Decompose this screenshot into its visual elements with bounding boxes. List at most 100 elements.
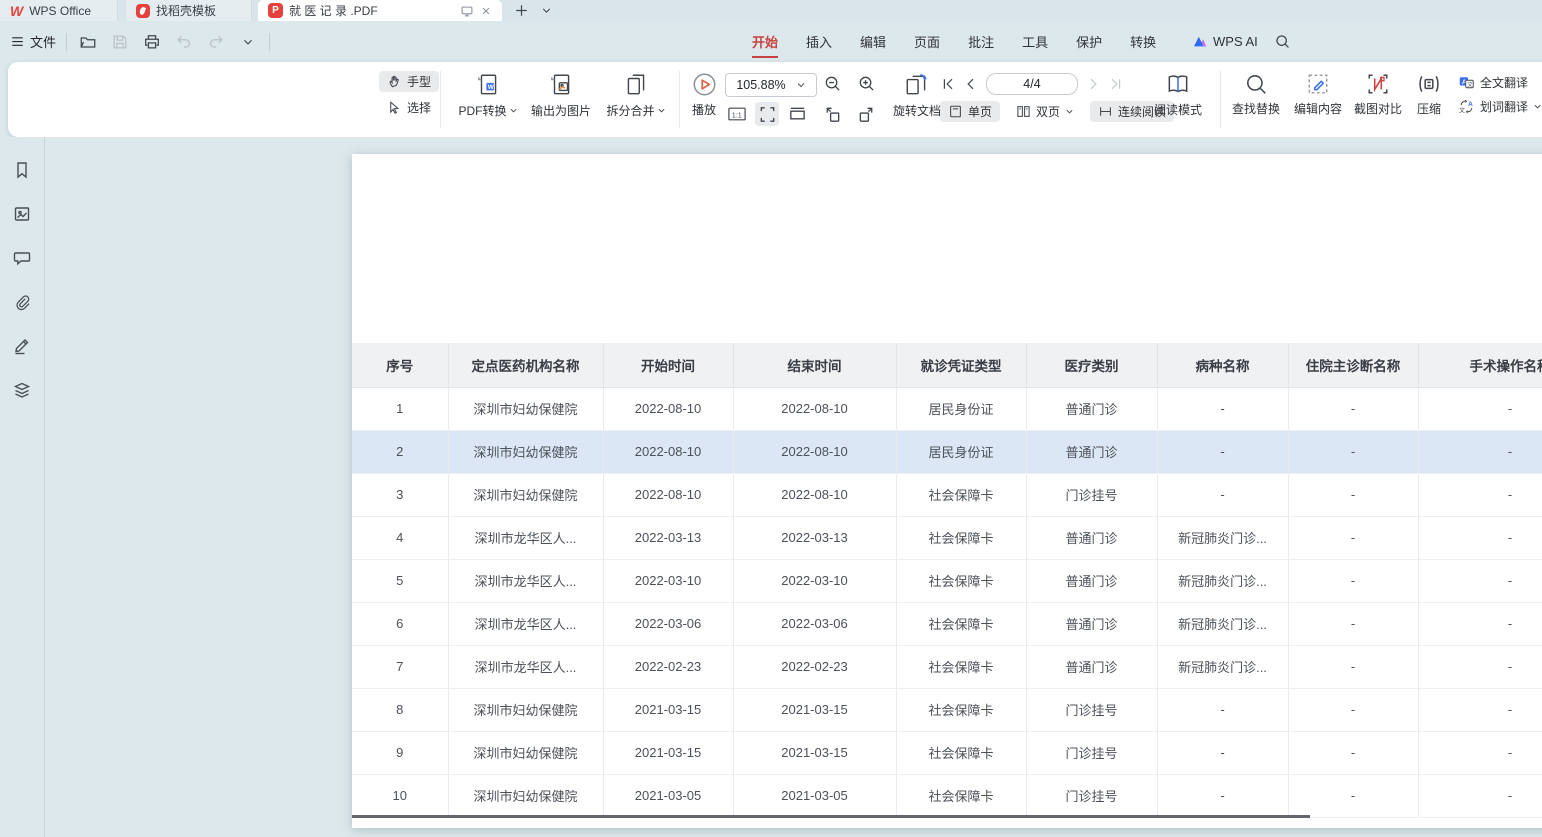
rotate-document-button[interactable]: 旋转文档	[886, 70, 948, 119]
undo-button[interactable]	[173, 31, 195, 53]
redo-button[interactable]	[205, 31, 227, 53]
table-horizontal-scrollbar[interactable]	[352, 815, 1310, 818]
next-page-button[interactable]	[1085, 76, 1101, 92]
table-row: 7深圳市龙华区人...2022-02-232022-02-23社会保障卡普通门诊…	[352, 645, 1542, 688]
wps-office-window: W WPS Office 找稻壳模板 P 就 医 记 录 .PDF	[0, 0, 1542, 837]
menu-tab-comment[interactable]: 批注	[954, 21, 1008, 62]
menu-tab-edit[interactable]: 编辑	[846, 21, 900, 62]
table-cell: 深圳市龙华区人...	[448, 559, 603, 602]
word-translate-icon: 文A	[1458, 99, 1475, 114]
menu-tab-tools[interactable]: 工具	[1008, 21, 1062, 62]
zoom-level-select[interactable]: 105.88%	[725, 73, 817, 97]
read-mode-button[interactable]: 阅读模式	[1150, 70, 1206, 118]
screenshot-compare-button[interactable]: 截图对比	[1350, 70, 1406, 117]
hand-tool-label: 手型	[407, 73, 431, 90]
play-button[interactable]: 播放	[684, 70, 724, 118]
zoom-value: 105.88%	[736, 78, 785, 92]
thumbnail-icon[interactable]	[11, 203, 33, 225]
tab-list-chevron-icon[interactable]	[541, 5, 552, 16]
tab-document-pdf[interactable]: P 就 医 记 录 .PDF	[258, 0, 502, 21]
table-cell: 深圳市龙华区人...	[448, 516, 603, 559]
zoom-in-button[interactable]	[854, 71, 878, 95]
page-indicator-input[interactable]: 4/4	[986, 73, 1078, 95]
double-page-button[interactable]: 双页	[1008, 101, 1082, 122]
compress-button[interactable]: 压缩	[1408, 70, 1450, 117]
fit-width-button[interactable]	[785, 102, 809, 126]
bookmark-icon[interactable]	[11, 159, 33, 181]
rotate-left-button[interactable]	[820, 102, 844, 126]
print-button[interactable]	[141, 31, 163, 53]
export-image-label: 输出为图片	[531, 102, 591, 119]
table-row: 9深圳市妇幼保健院2021-03-152021-03-15社会保障卡门诊挂号--…	[352, 731, 1542, 774]
zoom-out-button[interactable]	[820, 71, 844, 95]
signature-icon[interactable]	[11, 335, 33, 357]
menu-tabs: 开始 插入 编辑 页面 批注 工具 保护 转换	[738, 21, 1170, 62]
menu-tab-convert[interactable]: 转换	[1116, 21, 1170, 62]
edit-content-button[interactable]: 编辑内容	[1290, 70, 1346, 117]
single-page-button[interactable]: 单页	[940, 101, 1000, 122]
table-cell: -	[1418, 430, 1542, 473]
monitor-icon[interactable]	[460, 4, 474, 18]
find-replace-button[interactable]: 查找替换	[1228, 70, 1284, 117]
pdf-convert-button[interactable]: W PDF转换	[455, 70, 521, 119]
menu-tab-insert[interactable]: 插入	[792, 21, 846, 62]
left-panel-sidebar	[0, 137, 45, 837]
wps-ai-button[interactable]: WPS AI	[1192, 34, 1258, 50]
attachment-icon[interactable]	[11, 291, 33, 313]
hand-tool-button[interactable]: 手型	[379, 71, 439, 92]
table-cell: -	[1418, 645, 1542, 688]
tab-wps-office[interactable]: W WPS Office	[0, 0, 118, 21]
select-tool-button[interactable]: 选择	[379, 97, 439, 118]
table-cell: 1	[352, 387, 448, 430]
table-cell: -	[1157, 430, 1288, 473]
table-cell: 2022-08-10	[603, 430, 733, 473]
table-cell: 2022-08-10	[733, 473, 896, 516]
full-text-translate-button[interactable]: A文 全文翻译	[1454, 73, 1532, 92]
table-header-cell: 病种名称	[1157, 343, 1288, 387]
quick-access-chevron-icon[interactable]	[237, 31, 259, 53]
screenshot-compare-icon	[1366, 72, 1390, 96]
table-cell: 9	[352, 731, 448, 774]
table-header-row: 序号定点医药机构名称开始时间结束时间就诊凭证类型医疗类别病种名称住院主诊断名称手…	[352, 343, 1542, 387]
open-file-button[interactable]	[77, 31, 99, 53]
pdf-page[interactable]: 序号定点医药机构名称开始时间结束时间就诊凭证类型医疗类别病种名称住院主诊断名称手…	[352, 154, 1542, 828]
save-button[interactable]	[109, 31, 131, 53]
table-cell: -	[1418, 602, 1542, 645]
table-row: 3深圳市妇幼保健院2022-08-102022-08-10社会保障卡门诊挂号--…	[352, 473, 1542, 516]
previous-page-button[interactable]	[963, 76, 979, 92]
word-translate-button[interactable]: 文A 划词翻译	[1454, 97, 1542, 116]
tab-docer-templates[interactable]: 找稻壳模板	[126, 0, 252, 21]
menu-tab-home[interactable]: 开始	[738, 21, 792, 62]
table-cell: 门诊挂号	[1026, 473, 1157, 516]
last-page-button[interactable]	[1108, 76, 1124, 92]
comment-icon[interactable]	[11, 247, 33, 269]
rotate-right-button[interactable]	[854, 102, 878, 126]
menu-tab-page[interactable]: 页面	[900, 21, 954, 62]
records-table: 序号定点医药机构名称开始时间结束时间就诊凭证类型医疗类别病种名称住院主诊断名称手…	[352, 343, 1542, 818]
actual-size-button[interactable]: 1:1	[725, 102, 749, 126]
export-image-button[interactable]: 输出为图片	[526, 70, 596, 119]
wps-ai-logo-icon	[1192, 34, 1208, 50]
table-cell: 2021-03-05	[603, 774, 733, 817]
page-indicator-value: 4/4	[1023, 77, 1040, 91]
table-cell: 社会保障卡	[896, 559, 1026, 602]
table-header-cell: 定点医药机构名称	[448, 343, 603, 387]
close-icon[interactable]	[480, 5, 492, 17]
search-icon[interactable]	[1274, 33, 1291, 50]
first-page-button[interactable]	[940, 76, 956, 92]
table-cell: 普通门诊	[1026, 645, 1157, 688]
file-menu-button[interactable]: 文件	[10, 32, 56, 51]
split-merge-button[interactable]: 拆分合并	[601, 70, 671, 119]
find-replace-label: 查找替换	[1232, 100, 1280, 117]
table-cell: 社会保障卡	[896, 473, 1026, 516]
table-cell: -	[1157, 473, 1288, 516]
fit-page-button[interactable]	[755, 102, 779, 126]
table-cell: 社会保障卡	[896, 602, 1026, 645]
new-tab-button[interactable]	[514, 3, 529, 18]
chevron-down-icon	[1065, 107, 1074, 116]
menu-tab-protect[interactable]: 保护	[1062, 21, 1116, 62]
document-area: 序号定点医药机构名称开始时间结束时间就诊凭证类型医疗类别病种名称住院主诊断名称手…	[0, 137, 1542, 837]
divider	[269, 33, 270, 51]
layers-icon[interactable]	[11, 379, 33, 401]
rotate-document-label: 旋转文档	[893, 102, 941, 119]
